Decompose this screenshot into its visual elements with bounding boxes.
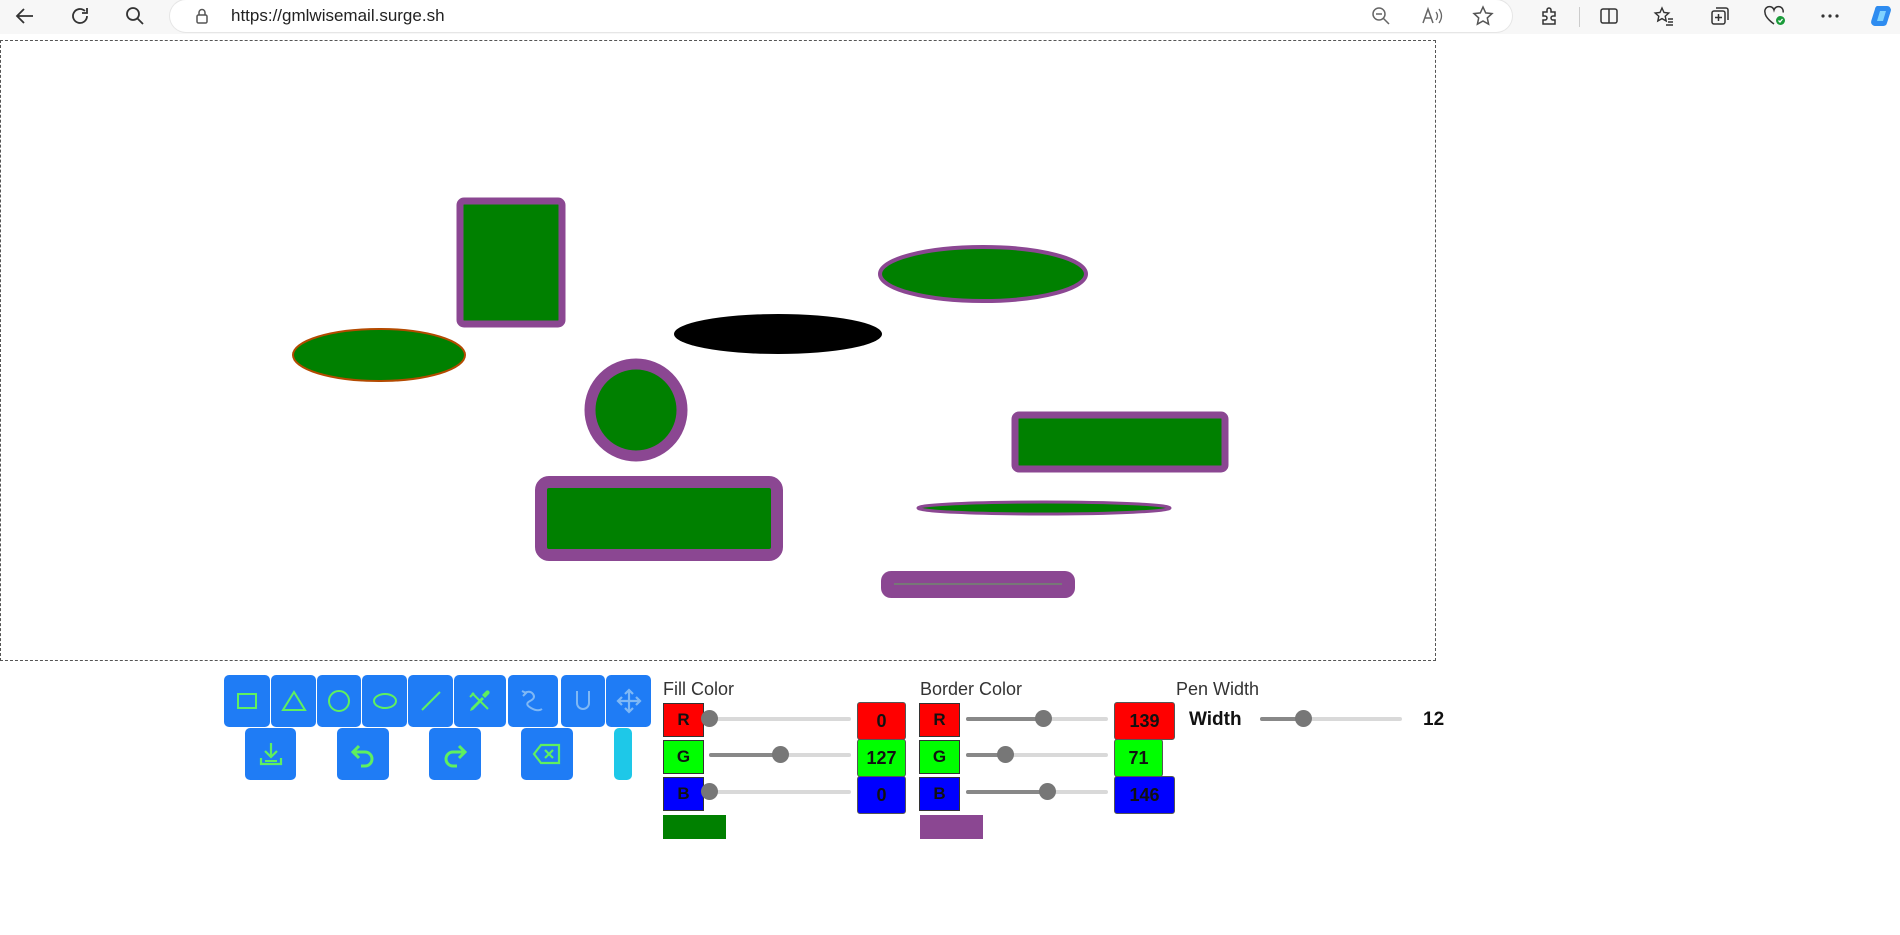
pen-width-value: 12 xyxy=(1423,709,1445,730)
fill-b-slider[interactable] xyxy=(701,783,851,800)
delete-icon xyxy=(532,743,561,765)
split-screen-icon[interactable] xyxy=(1594,1,1624,31)
union-tool-icon xyxy=(576,691,590,710)
ellipse-tool-icon xyxy=(372,693,397,709)
shape-ellipse-black[interactable] xyxy=(674,314,882,354)
url-text[interactable]: https://gmlwisemail.surge.sh xyxy=(231,6,445,26)
shape-ellipse-thin[interactable] xyxy=(916,500,1172,516)
border-color-title: Border Color xyxy=(920,679,1023,699)
browser-essentials-icon[interactable] xyxy=(1760,1,1790,31)
drawing-canvas[interactable] xyxy=(0,40,1436,661)
fill-r-value[interactable]: 0 xyxy=(857,702,906,740)
download-icon xyxy=(259,743,282,766)
refresh-icon[interactable] xyxy=(63,0,97,32)
undo-icon xyxy=(350,744,374,768)
delete-button[interactable] xyxy=(521,728,573,780)
width-label: Width xyxy=(1189,709,1242,730)
download-button[interactable] xyxy=(245,728,296,780)
move-tool-button[interactable] xyxy=(606,675,651,727)
color-indicator[interactable] xyxy=(614,728,632,780)
border-b-slider[interactable] xyxy=(966,783,1108,800)
border-color-swatch xyxy=(920,815,983,839)
line-tool-icon xyxy=(420,691,441,711)
address-bar[interactable]: https://gmlwisemail.surge.sh xyxy=(170,0,1512,32)
lock-icon[interactable] xyxy=(189,3,215,29)
triangle-tool-icon xyxy=(280,690,307,711)
border-r-value[interactable]: 139 xyxy=(1114,702,1175,740)
redo-button[interactable] xyxy=(429,728,481,780)
fill-b-label: B xyxy=(663,777,704,811)
fill-g-label: G xyxy=(663,740,704,774)
favorite-star-icon[interactable] xyxy=(1470,3,1496,29)
favorites-icon[interactable] xyxy=(1649,1,1679,31)
circle-tool-icon xyxy=(328,690,350,712)
pen-width-title: Pen Width xyxy=(1176,679,1260,699)
fill-g-value[interactable]: 127 xyxy=(857,739,906,777)
redo-icon xyxy=(444,744,468,768)
border-g-value[interactable]: 71 xyxy=(1114,739,1163,777)
eyedropper-tool-button[interactable] xyxy=(454,675,506,727)
shape-rectangle-bottom[interactable] xyxy=(535,476,783,561)
border-g-label: G xyxy=(919,740,960,774)
read-aloud-icon[interactable] xyxy=(1419,3,1445,29)
border-b-label: B xyxy=(919,777,960,811)
border-g-slider[interactable] xyxy=(966,746,1108,763)
border-r-label: R xyxy=(919,703,960,737)
shape-ellipse-top-right[interactable] xyxy=(878,245,1088,303)
border-b-value[interactable]: 146 xyxy=(1114,776,1175,814)
more-icon[interactable] xyxy=(1815,1,1845,31)
ellipse-tool-button[interactable] xyxy=(362,675,407,727)
extensions-icon[interactable] xyxy=(1535,1,1565,31)
shape-circle[interactable] xyxy=(584,358,688,462)
fill-color-swatch xyxy=(663,815,726,839)
line-tool-button[interactable] xyxy=(408,675,453,727)
undo-button[interactable] xyxy=(337,728,389,780)
rectangle-tool-icon xyxy=(237,693,257,709)
triangle-tool-button[interactable] xyxy=(271,675,316,727)
move-tool-icon xyxy=(615,688,642,714)
fill-g-slider[interactable] xyxy=(709,746,851,763)
border-r-slider[interactable] xyxy=(966,710,1108,727)
freehand-tool-icon xyxy=(521,690,543,712)
collections-icon[interactable] xyxy=(1705,1,1735,31)
shape-rectangle-right[interactable] xyxy=(1011,411,1229,473)
copilot-icon[interactable] xyxy=(1867,1,1897,31)
union-tool-button[interactable] xyxy=(561,675,605,727)
rectangle-tool-button[interactable] xyxy=(224,675,270,727)
toolbar-divider xyxy=(1579,7,1580,27)
search-icon[interactable] xyxy=(118,0,152,32)
freehand-tool-button[interactable] xyxy=(508,675,558,727)
fill-color-title: Fill Color xyxy=(663,679,735,699)
pen-width-slider[interactable] xyxy=(1260,710,1402,727)
zoom-out-icon[interactable] xyxy=(1368,3,1394,29)
browser-toolbar: https://gmlwisemail.surge.sh xyxy=(0,0,1900,34)
fill-b-value[interactable]: 0 xyxy=(857,776,906,814)
circle-tool-button[interactable] xyxy=(317,675,361,727)
eyedropper-tool-icon xyxy=(469,690,490,711)
shape-ellipse-left[interactable] xyxy=(292,328,466,382)
fill-r-label: R xyxy=(663,703,704,737)
back-icon[interactable] xyxy=(8,0,42,32)
fill-r-slider[interactable] xyxy=(701,710,851,727)
shape-rectangle-tall[interactable] xyxy=(456,197,566,328)
